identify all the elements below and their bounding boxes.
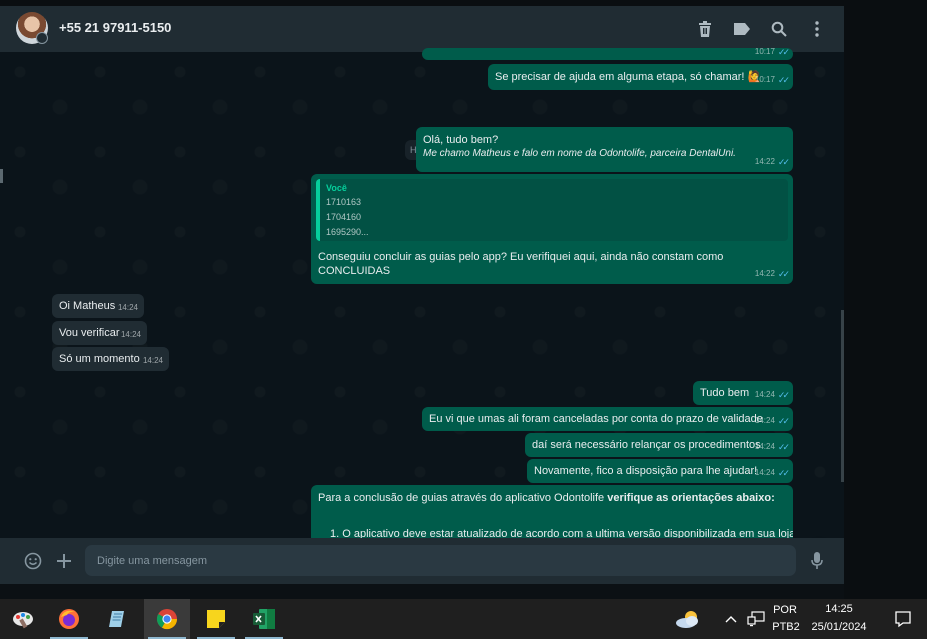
message-text: Oi Matheus: [59, 300, 116, 312]
firefox-icon[interactable]: [46, 599, 92, 639]
read-ticks-icon: ✓✓: [777, 47, 790, 57]
quoted-message[interactable]: Você 1710163 1704160 1695290...: [316, 179, 788, 241]
message-bubble-partial[interactable]: 10:17 ✓✓: [422, 47, 793, 60]
message-text: Vou verificar: [59, 327, 120, 339]
quote-line: 1710163: [326, 197, 362, 207]
message-bubble[interactable]: Olá, tudo bem? Me chamo Matheus e falo e…: [416, 127, 793, 172]
chat-header[interactable]: +55 21 97911-5150: [0, 6, 844, 52]
message-text: Olá, tudo bem?: [423, 134, 499, 146]
desktop-background: [844, 0, 927, 599]
read-ticks-icon: ✓✓: [777, 442, 790, 452]
resize-handle[interactable]: [0, 169, 3, 183]
network-icon[interactable]: [742, 599, 770, 639]
notepad-icon[interactable]: [95, 599, 141, 639]
chat-area[interactable]: 10:17 ✓✓ Se precisar de ajuda em alguma e…: [0, 47, 844, 571]
message-time: 14:24: [120, 330, 141, 339]
emoji-icon[interactable]: [22, 550, 44, 572]
quote-author: Você: [326, 183, 347, 193]
message-text: Tudo bem: [700, 387, 750, 399]
language-indicator[interactable]: POR: [771, 604, 799, 616]
read-ticks-icon: ✓✓: [777, 157, 790, 167]
message-text: daí será necessário relançar os procedim…: [532, 439, 761, 451]
label-icon[interactable]: [731, 18, 753, 40]
message-text: Novamente, fico a disposição para lhe aj…: [534, 465, 758, 477]
excel-icon[interactable]: [241, 599, 287, 639]
message-bubble-reply[interactable]: Você 1710163 1704160 1695290... Consegui…: [311, 174, 793, 284]
compose-bar: [0, 538, 844, 584]
read-ticks-icon: ✓✓: [777, 390, 790, 400]
weather-icon[interactable]: [665, 599, 711, 639]
status-badge: [36, 32, 48, 44]
attach-plus-icon[interactable]: [53, 550, 75, 572]
message-text: Eu vi que umas ali foram canceladas por …: [429, 413, 763, 425]
message-bubble[interactable]: Se precisar de ajuda em alguma etapa, só…: [488, 64, 793, 90]
message-bubble[interactable]: Eu vi que umas ali foram canceladas por …: [422, 407, 793, 431]
microphone-icon[interactable]: [806, 550, 828, 572]
read-ticks-icon: ✓✓: [777, 468, 790, 478]
clock-date[interactable]: 25/01/2024: [806, 621, 872, 633]
whatsapp-window: +55 21 97911-5150 10:17 ✓✓ Se precisar de…: [0, 6, 844, 584]
message-bubble[interactable]: daí será necessário relançar os procedim…: [525, 433, 793, 457]
search-icon[interactable]: [768, 18, 790, 40]
read-ticks-icon: ✓✓: [777, 75, 790, 85]
chrome-icon[interactable]: [144, 599, 190, 639]
chevron-up-icon[interactable]: [717, 599, 745, 639]
message-text-bold: verifique as orientações abaixo:: [607, 492, 775, 504]
message-bubble-incoming[interactable]: Vou verificar 14:24: [52, 321, 147, 345]
read-ticks-icon: ✓✓: [777, 416, 790, 426]
message-time: 14:24: [754, 390, 775, 399]
scrollbar[interactable]: [841, 310, 844, 482]
taskbar: POR PTB2 14:25 25/01/2024: [0, 599, 927, 639]
message-text: Só um momento: [59, 353, 140, 365]
message-time: 14:24: [142, 356, 163, 365]
delete-icon[interactable]: [694, 18, 716, 40]
message-bubble[interactable]: Novamente, fico a disposição para lhe aj…: [527, 459, 793, 483]
message-time: 10:17: [754, 47, 775, 56]
quote-line: 1704160: [326, 212, 362, 222]
keyboard-layout[interactable]: PTB2: [771, 621, 801, 633]
read-ticks-icon: ✓✓: [777, 269, 790, 279]
message-bubble-incoming[interactable]: Oi Matheus 14:24: [52, 294, 144, 318]
menu-icon[interactable]: [806, 18, 828, 40]
message-time: 14:24: [754, 468, 775, 477]
message-input[interactable]: [85, 545, 796, 576]
message-time: 14:24: [117, 303, 138, 312]
message-text: Conseguiu concluir as guias pelo app? Eu…: [318, 251, 724, 277]
clock-time[interactable]: 14:25: [808, 603, 870, 615]
contact-name[interactable]: +55 21 97911-5150: [59, 20, 171, 35]
message-text: Para a conclusão de guias através do apl…: [318, 492, 608, 504]
quote-line: 1695290...: [326, 227, 369, 237]
sticky-notes-icon[interactable]: [193, 599, 239, 639]
message-text: Se precisar de ajuda em alguma etapa, só…: [495, 71, 762, 83]
notifications-icon[interactable]: [880, 599, 926, 639]
message-time: 10:17: [754, 75, 775, 84]
paint-icon[interactable]: [0, 599, 46, 639]
message-text-italic: Me chamo Matheus e falo em nome da Odont…: [423, 148, 736, 159]
message-bubble[interactable]: Tudo bem 14:24 ✓✓: [693, 381, 793, 405]
message-bubble-incoming[interactable]: Só um momento 14:24: [52, 347, 169, 371]
message-time: 14:24: [754, 442, 775, 451]
message-time: 14:24: [754, 416, 775, 425]
message-time: 14:22: [754, 269, 775, 278]
message-time: 14:22: [754, 157, 775, 166]
